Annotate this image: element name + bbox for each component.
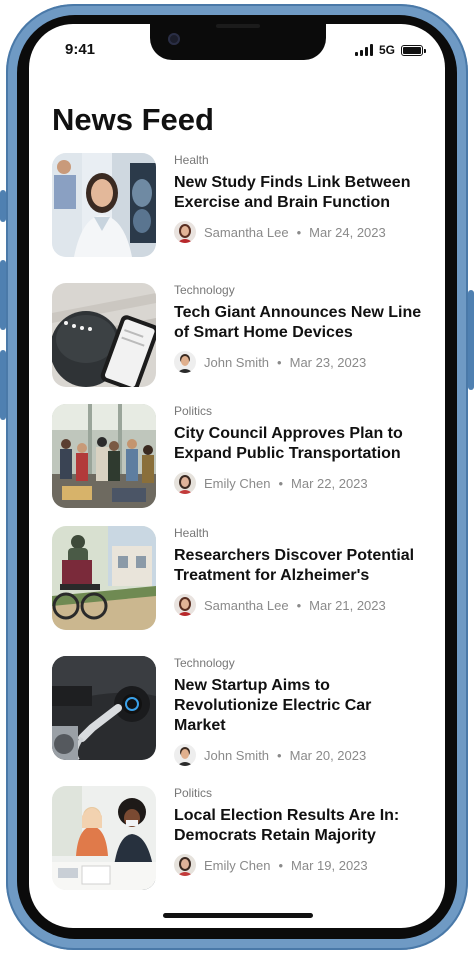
article-byline: Emily Chen • Mar 19, 2023 (174, 854, 424, 876)
article-byline: John Smith • Mar 23, 2023 (174, 351, 424, 373)
article-date: Mar 20, 2023 (289, 747, 367, 763)
separator-dot: • (296, 224, 302, 240)
home-indicator[interactable] (163, 913, 313, 918)
article-thumbnail[interactable] (52, 656, 156, 760)
speaker-grill (216, 24, 260, 28)
article-byline: John Smith • Mar 20, 2023 (174, 744, 424, 766)
article-category: Politics (174, 786, 213, 800)
page-title: News Feed (52, 102, 214, 137)
battery-icon (401, 44, 426, 56)
separator-dot: • (278, 857, 284, 873)
article-date: Mar 23, 2023 (289, 354, 367, 370)
separator-dot: • (277, 354, 282, 370)
electric-car-charging-image (52, 656, 156, 760)
author-name: Emily Chen (204, 475, 271, 491)
article-date: Mar 22, 2023 (291, 475, 368, 491)
author-name: Samantha Lee (204, 224, 289, 240)
article-thumbnail[interactable] (52, 283, 156, 387)
author-avatar (174, 221, 196, 243)
author-avatar (174, 744, 196, 766)
article-thumbnail[interactable] (52, 786, 156, 890)
separator-dot: • (296, 597, 302, 613)
article-byline: Samantha Lee • Mar 24, 2023 (174, 221, 424, 243)
author-name: John Smith (204, 747, 270, 763)
power-button (468, 290, 474, 390)
article-category: Health (174, 153, 209, 167)
signal-icon (354, 44, 373, 56)
author-avatar (174, 351, 196, 373)
article-date: Mar 19, 2023 (291, 857, 368, 873)
network-label: 5G (378, 43, 395, 57)
status-indicators: 5G (354, 43, 426, 57)
mute-switch (0, 190, 6, 222)
front-camera (168, 33, 180, 45)
article-byline: Emily Chen • Mar 22, 2023 (174, 472, 424, 494)
article-byline: Samantha Lee • Mar 21, 2023 (174, 594, 424, 616)
article-category: Politics (174, 404, 213, 418)
article-category: Technology (174, 656, 235, 670)
article-headline[interactable]: Tech Giant Announces New Line of Smart H… (174, 303, 424, 343)
author-name: Samantha Lee (204, 597, 289, 613)
phone-screen: 9:41 5G News Feed Health New Study Finds… (29, 24, 445, 928)
article-thumbnail[interactable] (52, 526, 156, 630)
article-thumbnail[interactable] (52, 153, 156, 257)
separator-dot: • (278, 475, 284, 491)
doctor-with-brain-scan-image (52, 153, 156, 257)
smart-speaker-and-phone-image (52, 283, 156, 387)
article-headline[interactable]: New Startup Aims to Revolutionize Electr… (174, 676, 424, 736)
article-thumbnail[interactable] (52, 404, 156, 508)
article-category: Health (174, 526, 209, 540)
article-headline[interactable]: Local Election Results Are In: Democrats… (174, 806, 424, 846)
author-avatar (174, 854, 196, 876)
author-name: John Smith (204, 354, 270, 370)
author-avatar (174, 594, 196, 616)
article-date: Mar 24, 2023 (309, 224, 386, 240)
article-headline[interactable]: City Council Approves Plan to Expand Pub… (174, 424, 424, 464)
volume-down-button (0, 350, 6, 420)
volume-up-button (0, 260, 6, 330)
separator-dot: • (277, 747, 282, 763)
article-date: Mar 21, 2023 (309, 597, 386, 613)
article-category: Technology (174, 283, 235, 297)
person-in-wheelchair-image (52, 526, 156, 630)
author-name: Emily Chen (204, 857, 271, 873)
notch (150, 24, 326, 60)
status-time: 9:41 (65, 41, 96, 58)
article-headline[interactable]: New Study Finds Link Between Exercise an… (174, 173, 424, 213)
people-at-polling-table-image (52, 786, 156, 890)
article-headline[interactable]: Researchers Discover Potential Treatment… (174, 546, 424, 586)
author-avatar (174, 472, 196, 494)
crowded-subway-car-image (52, 404, 156, 508)
